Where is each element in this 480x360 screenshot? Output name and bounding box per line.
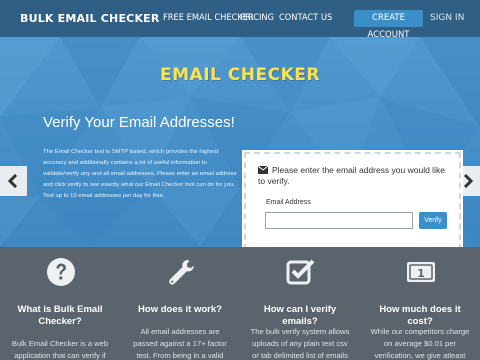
- envelope-icon: [258, 166, 268, 174]
- checkbox-icon: [286, 259, 315, 285]
- top-navbar: BULK EMAIL CHECKER FREE EMAIL CHECKER PR…: [0, 0, 480, 40]
- hero-title: EMAIL CHECKER: [160, 65, 320, 85]
- brand-logo[interactable]: BULK EMAIL CHECKER: [20, 12, 160, 25]
- feature-how-it-works: How does it work? All email addresses ar…: [120, 247, 240, 360]
- form-heading: Please enter the email address you would…: [258, 165, 454, 187]
- feature-description: All email addresses are passed against a…: [133, 327, 227, 360]
- hero-description: The Email Checker test is SMTP based, wh…: [43, 149, 237, 199]
- hero-section: EMAIL CHECKER Verify Your Email Addresse…: [0, 37, 480, 247]
- feature-description: While our competitors charge on average …: [370, 327, 470, 360]
- create-account-button[interactable]: CREATE ACCOUNT: [354, 10, 423, 40]
- email-address-label: Email Address: [266, 199, 311, 206]
- carousel-prev-button[interactable]: [0, 166, 27, 196]
- nav-pricing[interactable]: PRICING: [240, 13, 274, 23]
- svg-text:1: 1: [417, 267, 425, 280]
- feature-description: The bulk verify system allows uploads of…: [250, 327, 350, 360]
- feature-what-is: What is Bulk Email Checker? Bulk Email C…: [0, 247, 120, 360]
- email-address-input[interactable]: [265, 212, 413, 229]
- nav-contact-us[interactable]: CONTACT US: [279, 13, 332, 23]
- verify-button[interactable]: Verify: [419, 212, 447, 229]
- feature-title: What is Bulk Email Checker?: [17, 304, 103, 327]
- chevron-left-icon: [7, 174, 18, 188]
- feature-cost: 1 How much does it cost? While our compe…: [360, 247, 480, 360]
- chevron-right-icon: [463, 174, 474, 188]
- money-icon: 1: [407, 262, 435, 282]
- feature-title: How much does it cost?: [379, 304, 461, 327]
- email-check-form: Please enter the email address you would…: [242, 150, 463, 247]
- question-icon: [47, 258, 75, 286]
- form-heading-text: Please enter the email address you would…: [258, 165, 445, 186]
- feature-description: Bulk Email Checker is a web application …: [11, 339, 109, 360]
- hero-subtitle: Verify Your Email Addresses!: [43, 114, 235, 131]
- sign-in-link[interactable]: SIGN IN: [430, 13, 464, 23]
- feature-title: How does it work?: [138, 304, 222, 315]
- feature-how-verify: How can I verify emails? The bulk verify…: [240, 247, 360, 360]
- features-section: What is Bulk Email Checker? Bulk Email C…: [0, 247, 480, 360]
- feature-title: How can I verify emails?: [263, 304, 337, 327]
- wrench-icon: [169, 260, 194, 285]
